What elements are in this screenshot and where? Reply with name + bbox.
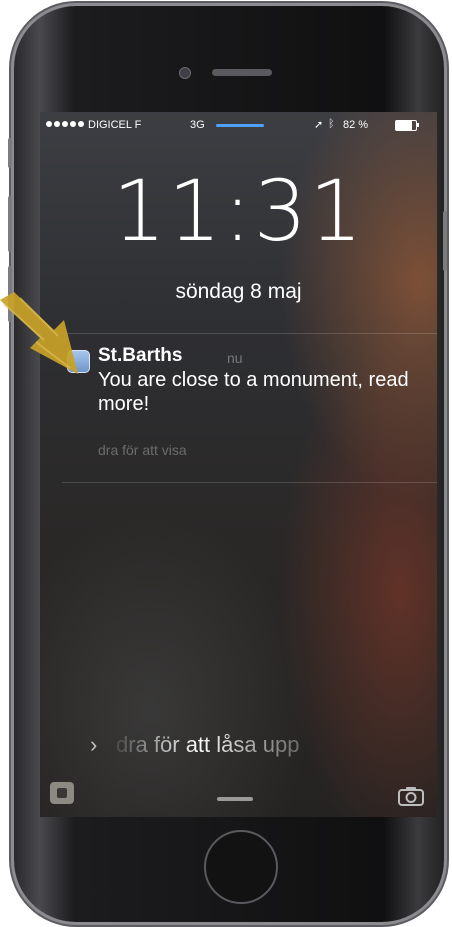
camera-icon[interactable] [398,786,424,806]
notification-top-divider [62,333,437,334]
silent-switch [8,138,12,168]
notification-action-hint: dra för att visa [98,442,187,458]
loading-indicator [216,124,264,127]
home-button[interactable] [204,830,278,904]
chevron-right-icon: › [90,732,98,757]
notification-time: nu [227,350,243,366]
battery-tip [417,123,419,127]
battery-percentage: 82 % [343,119,369,131]
notification-message: You are close to a monument, read more! [98,369,409,415]
volume-up-button [8,196,12,252]
earpiece-speaker [212,69,272,76]
carrier-name: DIGICEL F [88,119,142,131]
control-center-grabber[interactable] [217,797,253,801]
signal-strength-icon [46,121,84,127]
bluetooth-icon: ᛒ [328,118,335,130]
front-camera [179,67,191,79]
battery-icon [395,120,417,131]
clock-date: söndag 8 maj [175,280,302,303]
location-arrow-icon: ➚ [314,119,324,131]
control-center-icon[interactable] [50,782,74,804]
clock-time: 11:31 [112,162,365,260]
lock-screen: DIGICEL F 3G ➚ ᛒ 82 % 11:31 söndag 8 maj… [40,112,437,817]
status-bar: DIGICEL F 3G ➚ ᛒ 82 % [40,118,437,134]
pointer-arrow-icon [0,292,78,374]
power-button [443,211,447,271]
network-type: 3G [190,119,205,131]
notification-app-name: St.Barths [98,345,183,366]
notification-bottom-divider [62,482,437,483]
unlock-label: dra för att låsa upp [116,732,300,757]
